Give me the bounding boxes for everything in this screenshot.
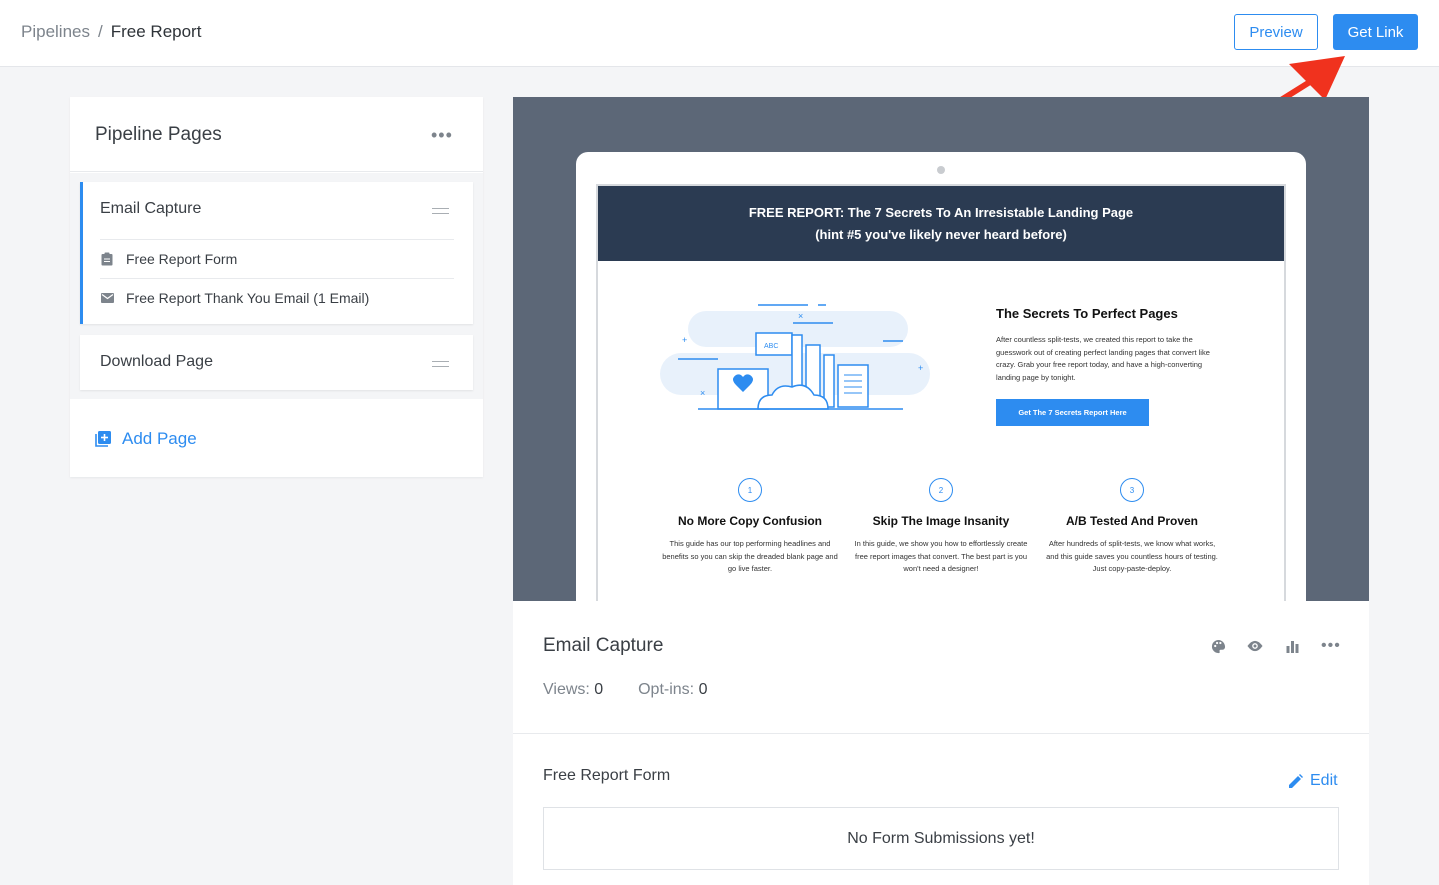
drag-handle-icon[interactable] <box>432 208 449 214</box>
optins-label: Opt-ins: <box>638 681 695 698</box>
books-cloud-illustration-icon: ABC × × + + <box>660 304 930 410</box>
illustration-label: ABC <box>764 343 778 350</box>
page-item-label: Free Report Thank You Email (1 Email) <box>126 290 370 306</box>
landing-page-screen[interactable]: FREE REPORT: The 7 Secrets To An Irresis… <box>596 184 1286 601</box>
bar-chart-icon[interactable] <box>1284 638 1300 654</box>
breadcrumb-pipelines-link[interactable]: Pipelines <box>21 22 90 41</box>
page-item-free-report-form[interactable]: Free Report Form <box>100 239 454 278</box>
add-page-button[interactable]: Add Page <box>95 429 197 449</box>
svg-text:+: + <box>682 335 687 345</box>
feature-1: 1 No More Copy Confusion This guide has … <box>660 478 840 576</box>
page-info-section: Email Capture Views: 0 Opt-ins: 0 ••• <box>513 601 1369 734</box>
breadcrumb: Pipelines / Free Report <box>21 22 201 42</box>
tablet-frame: FREE REPORT: The 7 Secrets To An Irresis… <box>576 152 1306 601</box>
get-link-button[interactable]: Get Link <box>1333 14 1418 50</box>
feature-2: 2 Skip The Image Insanity In this guide,… <box>851 478 1031 576</box>
pipeline-pages-panel: Pipeline Pages ••• Email Capture Free Re… <box>70 97 483 477</box>
page-card-title: Download Page <box>100 353 213 370</box>
feature-title: A/B Tested And Proven <box>1065 514 1199 528</box>
feature-title: Skip The Image Insanity <box>872 514 1010 528</box>
form-section-title: Free Report Form <box>543 767 671 784</box>
more-icon[interactable]: ••• <box>1321 638 1341 654</box>
feature-text: After hundreds of split-tests, we know w… <box>1046 539 1218 573</box>
feature-title: No More Copy Confusion <box>678 514 822 528</box>
views-value: 0 <box>594 681 604 698</box>
feature-text: This guide has our top performing headli… <box>662 539 838 573</box>
palette-icon[interactable] <box>1210 638 1226 654</box>
add-page-label: Add Page <box>122 429 197 448</box>
views-label: Views: <box>543 681 590 698</box>
edit-button[interactable]: Edit <box>1288 772 1338 790</box>
pages-list: Email Capture Free Report Form Free Repo… <box>70 173 483 399</box>
page-item-thank-you-email[interactable]: Free Report Thank You Email (1 Email) <box>100 278 454 317</box>
landing-cta-button[interactable]: Get The 7 Secrets Report Here <box>996 399 1149 426</box>
add-page-icon <box>95 431 111 447</box>
edit-label: Edit <box>1310 772 1338 789</box>
breadcrumb-current: Free Report <box>110 22 202 41</box>
feature-number: 3 <box>1120 478 1144 502</box>
eye-icon[interactable] <box>1247 638 1263 654</box>
feature-text: In this guide, we show you how to effort… <box>854 539 1028 573</box>
feature-number: 1 <box>738 478 762 502</box>
panel-title: Pipeline Pages <box>95 124 222 145</box>
panel-more-icon[interactable]: ••• <box>431 126 453 144</box>
landing-section-text: After countless split-tests, we created … <box>996 335 1210 382</box>
landing-headline: FREE REPORT: The 7 Secrets To An Irresis… <box>598 186 1284 261</box>
svg-text:×: × <box>700 388 705 398</box>
form-submissions-section: Free Report Form Edit No Form Submission… <box>513 734 1369 885</box>
landing-section-heading: The Secrets To Perfect Pages <box>996 306 1178 321</box>
page-info-title: Email Capture <box>543 635 664 656</box>
feature-3: 3 A/B Tested And Proven After hundreds o… <box>1042 478 1222 576</box>
svg-text:×: × <box>798 311 803 321</box>
no-submissions-message: No Form Submissions yet! <box>543 807 1339 870</box>
svg-text:+: + <box>918 363 923 373</box>
page-card-title: Email Capture <box>100 200 202 217</box>
clipboard-icon <box>100 252 114 266</box>
optins-value: 0 <box>698 681 708 698</box>
preview-button[interactable]: Preview <box>1234 14 1318 50</box>
page-card-download-page[interactable]: Download Page <box>80 335 473 390</box>
page-card-email-capture[interactable]: Email Capture Free Report Form Free Repo… <box>80 182 473 324</box>
drag-handle-icon[interactable] <box>432 361 449 367</box>
page-stats: Views: 0 Opt-ins: 0 <box>543 681 707 699</box>
page-actions: ••• <box>1210 638 1362 654</box>
pencil-icon <box>1289 773 1303 788</box>
tablet-camera <box>937 166 945 174</box>
breadcrumb-separator: / <box>98 22 103 41</box>
envelope-icon <box>100 291 114 305</box>
page-preview: FREE REPORT: The 7 Secrets To An Irresis… <box>513 97 1369 601</box>
feature-number: 2 <box>929 478 953 502</box>
panel-header: Pipeline Pages ••• <box>70 97 483 172</box>
page-item-label: Free Report Form <box>126 251 238 267</box>
